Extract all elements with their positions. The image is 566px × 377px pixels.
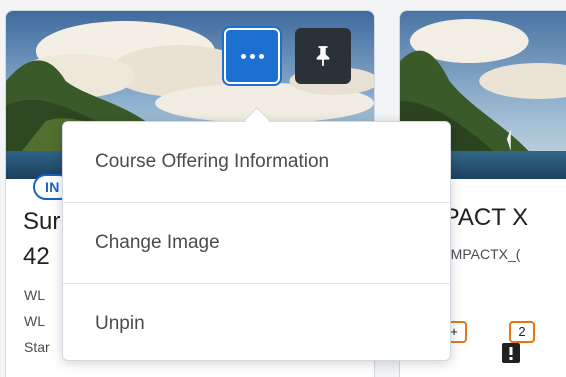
course-title-continued[interactable]: 42 [23,240,50,274]
course-meta: Star [24,339,50,355]
course-title[interactable]: Sur [23,205,60,239]
notification-badge[interactable]: 2 [509,321,535,343]
assignment-icon [501,341,521,363]
more-actions-button[interactable] [224,28,280,84]
pin-icon [316,46,330,66]
menu-item-change-image[interactable]: Change Image [63,203,450,283]
course-dashboard: IN Sur 42 WL WL Star IPACT X _IMPACTX_(… [0,0,566,377]
pin-button[interactable] [295,28,351,84]
menu-item-unpin[interactable]: Unpin [63,284,450,364]
ellipsis-icon [240,53,264,59]
course-actions-menu: Course Offering Information Change Image… [62,121,451,361]
course-code: _IMPACTX_( [439,246,521,262]
course-meta: WL [24,287,45,303]
course-meta: WL [24,313,45,329]
menu-item-course-offering-information[interactable]: Course Offering Information [63,122,450,202]
